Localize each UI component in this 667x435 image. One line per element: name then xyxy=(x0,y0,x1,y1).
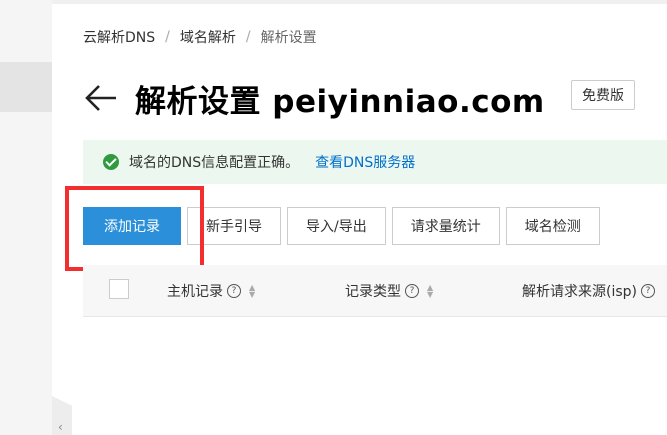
column-host[interactable]: 主机记录 ? ▲ ▼ xyxy=(167,265,255,316)
breadcrumb-separator: / xyxy=(165,29,170,45)
breadcrumb-separator: / xyxy=(245,29,251,45)
add-record-button[interactable]: 添加记录 xyxy=(83,207,181,245)
edition-badge: 免费版 xyxy=(571,80,635,110)
breadcrumb-item-dns[interactable]: 云解析DNS xyxy=(83,27,155,47)
request-stats-button[interactable]: 请求量统计 xyxy=(391,207,500,245)
column-host-label: 主机记录 xyxy=(167,283,223,300)
page-title: 解析设置 peiyinniao.com xyxy=(135,83,545,120)
alert-message: 域名的DNS信息配置正确。 xyxy=(129,155,300,171)
column-isp-label: 解析请求来源(isp) xyxy=(522,283,637,300)
view-dns-servers-link[interactable]: 查看DNS服务器 xyxy=(315,152,415,172)
column-isp[interactable]: 解析请求来源(isp) ? xyxy=(522,265,655,316)
sidebar-active-item[interactable] xyxy=(0,62,52,112)
back-arrow-icon[interactable] xyxy=(83,83,119,113)
title-row: 解析设置 peiyinniao.com xyxy=(83,76,545,120)
breadcrumb-item-current: 解析设置 xyxy=(260,30,317,46)
domain-check-button[interactable]: 域名检测 xyxy=(505,207,600,245)
select-all-checkbox[interactable] xyxy=(109,279,129,299)
help-icon[interactable]: ? xyxy=(641,283,655,298)
check-circle-icon xyxy=(103,154,119,170)
sidebar xyxy=(0,0,52,435)
sort-icon[interactable]: ▲ ▼ xyxy=(249,283,255,298)
breadcrumb-item-domains[interactable]: 域名解析 xyxy=(180,27,236,47)
sort-icon[interactable]: ▲ ▼ xyxy=(427,283,433,298)
top-divider xyxy=(52,0,667,4)
column-type-label: 记录类型 xyxy=(345,283,401,300)
dns-status-alert: 域名的DNS信息配置正确。 查看DNS服务器 xyxy=(83,140,667,184)
breadcrumb: 云解析DNS / 域名解析 / 解析设置 xyxy=(83,27,317,47)
guide-button[interactable]: 新手引导 xyxy=(187,207,281,245)
sidebar-collapse-toggle[interactable]: ‹ xyxy=(52,396,72,435)
help-icon[interactable]: ? xyxy=(405,283,419,298)
chevron-left-icon: ‹ xyxy=(58,420,63,434)
records-table-header: 主机记录 ? ▲ ▼ 记录类型 ? ▲ ▼ 解析请求来源(isp) ? xyxy=(83,265,667,317)
toolbar: 添加记录 新手引导 导入/导出 请求量统计 域名检测 xyxy=(83,207,600,245)
import-export-button[interactable]: 导入/导出 xyxy=(287,207,386,245)
help-icon[interactable]: ? xyxy=(227,283,241,298)
column-type[interactable]: 记录类型 ? ▲ ▼ xyxy=(345,265,433,316)
